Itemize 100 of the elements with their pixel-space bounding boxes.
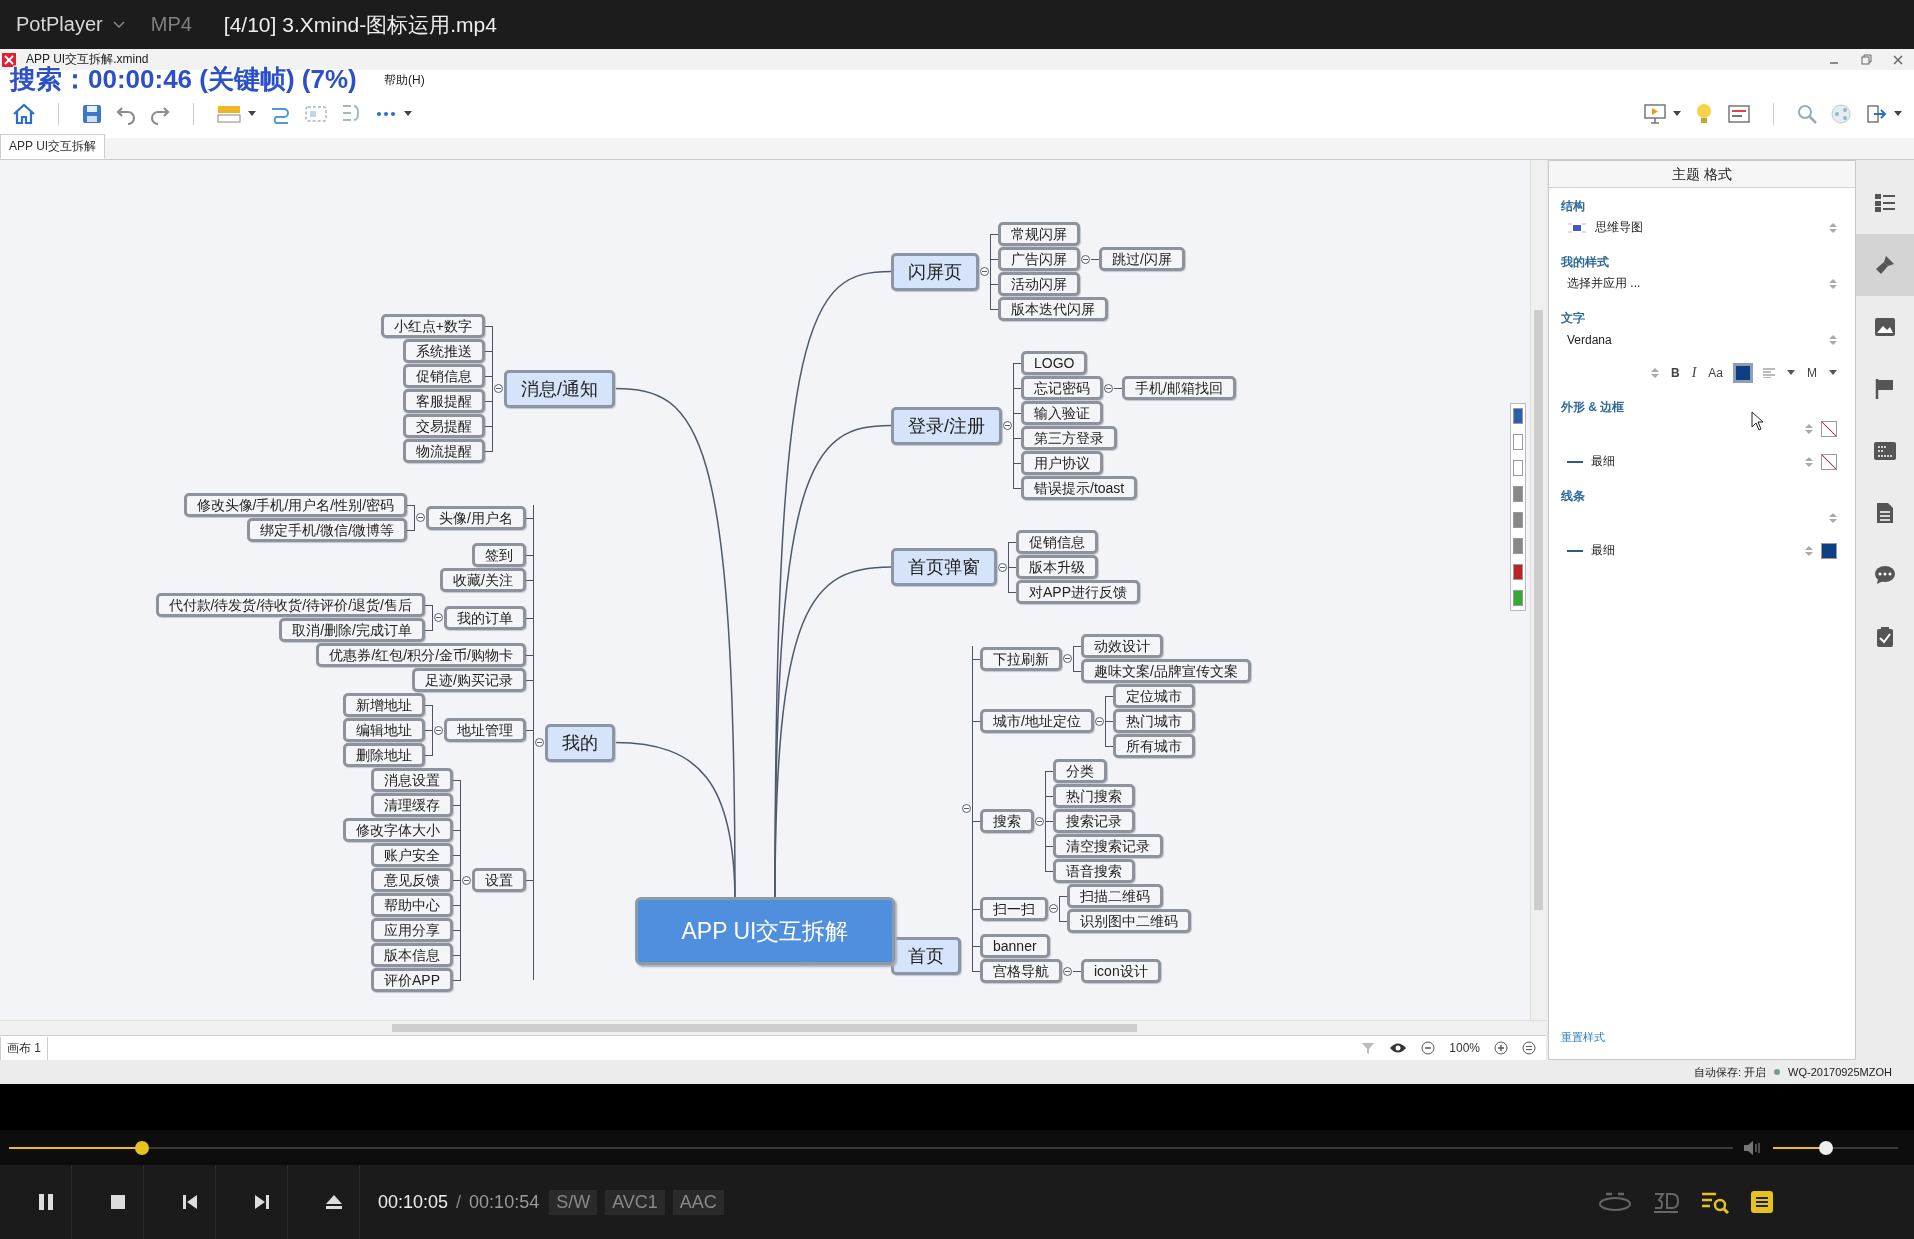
caret-icon[interactable]	[404, 111, 412, 117]
subtopic[interactable]: 系统推送	[403, 339, 485, 363]
subtopic[interactable]: 版本迭代闪屏	[998, 297, 1108, 321]
subtopic[interactable]: 优惠券/红包/积分/金币/购物卡	[316, 643, 526, 667]
subtopic[interactable]: 绑定手机/微信/微博等	[247, 518, 408, 542]
collapse-icon[interactable]	[1049, 904, 1058, 913]
subtopic[interactable]: 对APP进行反馈	[1016, 580, 1140, 604]
subtopic[interactable]: 搜索	[980, 809, 1034, 833]
line-width-select[interactable]: 最细	[1591, 542, 1615, 559]
subtopic[interactable]: 账户安全	[371, 843, 453, 867]
subtopic[interactable]: 清理缓存	[371, 793, 453, 817]
subtopic[interactable]: 删除地址	[343, 743, 425, 767]
presentation-icon[interactable]	[1643, 103, 1667, 125]
collapse-icon[interactable]	[1094, 716, 1104, 726]
subtopic[interactable]: 用户协议	[1021, 451, 1103, 475]
collapse-icon[interactable]	[962, 804, 971, 813]
subtopic[interactable]: 跳过/闪屏	[1099, 247, 1185, 271]
subtopic[interactable]: 交易提醒	[403, 414, 485, 438]
menu-icon[interactable]	[1522, 1041, 1536, 1055]
text-style-button[interactable]: Aa	[1708, 365, 1723, 380]
subtopic[interactable]: 签到	[472, 543, 526, 567]
subtopic[interactable]: 热门城市	[1112, 709, 1195, 733]
close-icon[interactable]	[1892, 53, 1904, 66]
main-topic[interactable]: 闪屏页	[891, 252, 979, 291]
codec-badge[interactable]: AVC1	[605, 1189, 665, 1215]
structure-select[interactable]: 思维导图	[1595, 219, 1643, 236]
subtopic[interactable]: 忘记密码	[1021, 376, 1103, 400]
subtopic[interactable]: 我的订单	[444, 605, 526, 630]
horizontal-scrollbar[interactable]	[0, 1020, 1546, 1035]
main-topic[interactable]: 首页弹窗	[891, 548, 997, 586]
subtopic[interactable]: 小红点+数字	[380, 314, 485, 338]
collapse-icon[interactable]	[416, 513, 426, 522]
collapse-icon[interactable]	[1081, 254, 1090, 264]
main-topic[interactable]: 登录/注册	[891, 406, 1002, 445]
subtopic[interactable]: 趣味文案/品牌宣传文案	[1081, 659, 1251, 683]
subtopic[interactable]: 扫一扫	[980, 896, 1048, 921]
subtopic[interactable]: 搜索记录	[1053, 809, 1135, 833]
playlist-icon[interactable]	[1750, 1190, 1774, 1214]
seek-handle[interactable]	[134, 1140, 149, 1155]
subtopic[interactable]: 手机/邮箱找回	[1122, 376, 1236, 400]
text-color-swatch[interactable]	[1735, 364, 1751, 381]
panel-icon[interactable]	[1727, 103, 1751, 125]
stereo-3d-icon[interactable]	[1652, 1190, 1680, 1214]
collapse-icon[interactable]	[1063, 654, 1072, 663]
subtopic[interactable]: 城市/地址定位	[980, 709, 1094, 733]
save-icon[interactable]	[81, 103, 103, 125]
subtopic[interactable]: 输入验证	[1021, 401, 1103, 425]
main-topic[interactable]: 消息/通知	[504, 369, 615, 408]
collapse-icon[interactable]	[1063, 966, 1072, 976]
subtopic[interactable]: 客服提醒	[403, 389, 485, 413]
chevron-down-icon[interactable]	[112, 20, 125, 29]
subtopic[interactable]: LOGO	[1021, 351, 1088, 375]
subtopic[interactable]: 活动闪屏	[998, 272, 1080, 296]
subtopic[interactable]: 帮助中心	[371, 893, 453, 917]
subtopic[interactable]: 应用分享	[371, 918, 453, 942]
subtopic[interactable]: 意见反馈	[371, 868, 453, 892]
subtopic[interactable]: 促销信息	[1016, 530, 1098, 554]
collapse-icon[interactable]	[462, 875, 471, 885]
subtopic[interactable]: 物流提醒	[403, 439, 485, 463]
reset-style-link[interactable]: 重置样式	[1549, 1030, 1605, 1045]
subtopic[interactable]: 清空搜索记录	[1053, 834, 1163, 858]
subtopic[interactable]: 头像/用户名	[426, 505, 526, 530]
subtopic[interactable]: 编辑地址	[343, 718, 425, 742]
subtopic[interactable]: 广告闪屏	[998, 247, 1080, 271]
subtopic[interactable]: banner	[980, 934, 1050, 958]
collapse-icon[interactable]	[535, 738, 544, 747]
border-color-swatch[interactable]	[1821, 453, 1837, 470]
subtopic[interactable]: 评价APP	[371, 968, 453, 992]
font-select[interactable]: Verdana	[1567, 332, 1612, 347]
main-topic[interactable]: 首页	[891, 937, 961, 975]
subtopic[interactable]: 下拉刷新	[980, 646, 1062, 671]
subtopic[interactable]: 设置	[472, 868, 526, 892]
style-select[interactable]: 选择并应用 ...	[1567, 275, 1641, 292]
subtopic[interactable]: 促销信息	[403, 364, 485, 388]
border-width-select[interactable]: 最细	[1591, 453, 1615, 470]
subtopic[interactable]: 第三方登录	[1021, 426, 1117, 450]
app-menu-button[interactable]: PotPlayer	[16, 13, 103, 36]
fill-color-swatch[interactable]	[1821, 420, 1837, 437]
document-tab[interactable]: APP UI交互拆解	[0, 134, 106, 159]
subtopic[interactable]: 收藏/关注	[440, 568, 526, 592]
subtopic[interactable]: 识别图中二维码	[1067, 909, 1191, 933]
subtopic[interactable]: 消息设置	[371, 768, 453, 792]
subtopic[interactable]: 地址管理	[444, 718, 526, 742]
collapse-icon[interactable]	[980, 267, 989, 276]
collapse-icon[interactable]	[1035, 816, 1044, 826]
vr-360-icon[interactable]	[1598, 1190, 1632, 1214]
collapse-icon[interactable]	[434, 725, 443, 735]
collapse-icon[interactable]	[1003, 421, 1012, 430]
caret-icon[interactable]	[1894, 111, 1902, 117]
subtopic[interactable]: 版本升级	[1016, 555, 1098, 579]
codec-badge[interactable]: S/W	[549, 1189, 598, 1215]
eye-icon[interactable]	[1389, 1042, 1408, 1054]
subtopic[interactable]: 扫描二维码	[1067, 884, 1163, 908]
subtopic[interactable]: 常规闪屏	[998, 222, 1080, 246]
collapse-icon[interactable]	[1104, 383, 1113, 393]
restore-icon[interactable]	[1860, 53, 1872, 66]
sheet-tab[interactable]: 画布 1	[0, 1036, 48, 1060]
subtopic[interactable]: 语音搜索	[1053, 859, 1135, 883]
subtopic[interactable]: 宫格导航	[980, 959, 1062, 983]
subtopic[interactable]: 版本信息	[371, 943, 453, 967]
